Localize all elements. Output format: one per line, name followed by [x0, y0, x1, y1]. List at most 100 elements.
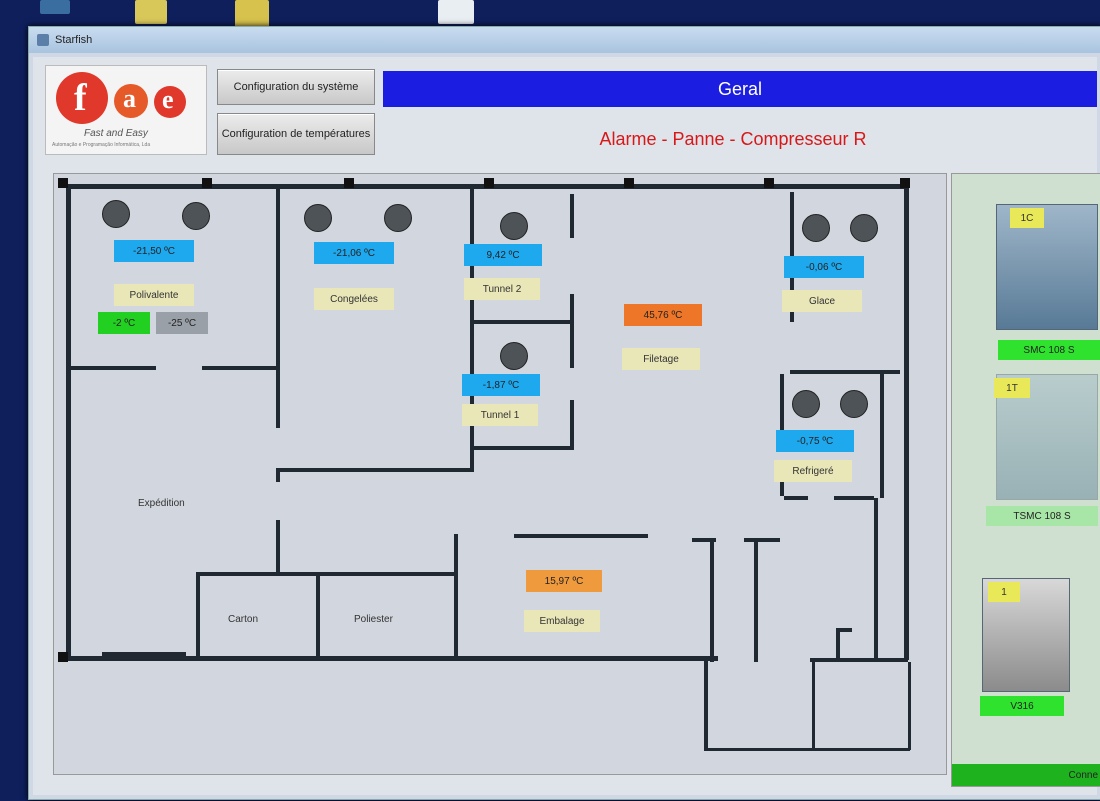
compressor-1-status[interactable]: SMC 108 S	[998, 340, 1100, 360]
logo-tagline: Fast and Easy	[84, 128, 148, 139]
polivalente-temp[interactable]: -21,50 ºC	[114, 240, 194, 262]
glace-temp[interactable]: -0,06 ºC	[784, 256, 864, 278]
filetage-label: Filetage	[622, 348, 700, 370]
tunnel1-temp[interactable]: -1,87 ºC	[462, 374, 540, 396]
desktop-icon[interactable]	[438, 0, 474, 24]
view-banner: Geral	[383, 71, 1097, 107]
wall-joint	[58, 178, 68, 188]
wall	[704, 660, 708, 750]
wall	[754, 538, 758, 662]
compressor-2-badge: 1T	[994, 378, 1030, 398]
carton-label: Carton	[228, 614, 259, 625]
wall	[836, 628, 840, 658]
evaporator-fan-icon	[384, 204, 412, 232]
wall-joint	[900, 178, 910, 188]
floor-plan: -21,50 ºC Polivalente -2 ºC -25 ºC -21,0…	[53, 173, 947, 775]
embalage-label: Embalage	[524, 610, 600, 632]
wall	[196, 572, 200, 656]
wall	[810, 658, 908, 662]
wall	[470, 188, 474, 472]
wall	[474, 320, 570, 324]
glace-label: Glace	[782, 290, 862, 312]
refrigere-label: Refrigeré	[774, 460, 852, 482]
tunnel2-temp[interactable]: 9,42 ºC	[464, 244, 542, 266]
polivalente-setpoint-1[interactable]: -2 ºC	[98, 312, 150, 334]
expedition-label: Expédition	[138, 498, 185, 509]
evaporator-fan-icon	[792, 390, 820, 418]
logo-a-letter: a	[123, 84, 136, 113]
wall-joint	[624, 178, 634, 188]
polivalente-label: Polivalente	[114, 284, 194, 306]
wall	[570, 294, 574, 368]
logo-f-letter: f	[74, 77, 87, 119]
filetage-temp[interactable]: 45,76 ºC	[624, 304, 702, 326]
wall	[474, 446, 574, 450]
wall	[276, 472, 280, 482]
wall-joint	[202, 178, 212, 188]
wall	[710, 538, 714, 662]
wall	[834, 496, 874, 500]
fae-logo: f a e Fast and Easy Automação e Programa…	[45, 65, 207, 155]
evaporator-fan-icon	[850, 214, 878, 242]
embalage-temp[interactable]: 15,97 ºC	[526, 570, 602, 592]
wall	[202, 366, 276, 370]
wall	[102, 652, 186, 656]
tunnel2-label: Tunnel 2	[464, 278, 540, 300]
compressor-3-status[interactable]: V316	[980, 696, 1064, 716]
logo-e-letter: e	[162, 85, 174, 114]
title-bar[interactable]: Starfish	[29, 27, 1100, 53]
logo-subtagline: Automação e Programação Informática, Lda	[52, 142, 151, 148]
wall	[276, 468, 472, 472]
wall	[874, 498, 878, 658]
tunnel1-label: Tunnel 1	[462, 404, 538, 426]
wall	[196, 572, 456, 576]
compressor-1-badge: 1C	[1010, 208, 1044, 228]
wall	[316, 576, 320, 656]
config-temperatures-button[interactable]: Configuration de températures	[217, 113, 375, 155]
config-system-button[interactable]: Configuration du système	[217, 69, 375, 105]
wall	[276, 188, 280, 428]
wall	[66, 184, 71, 660]
wall-joint	[764, 178, 774, 188]
evaporator-fan-icon	[182, 202, 210, 230]
wall	[276, 520, 280, 572]
compressor-panel: 1C SMC 108 S 1T TSMC 108 S 1 V316 Conne	[951, 173, 1100, 787]
evaporator-fan-icon	[500, 342, 528, 370]
evaporator-fan-icon	[840, 390, 868, 418]
wall	[904, 184, 909, 660]
compressor-2-status[interactable]: TSMC 108 S	[986, 506, 1098, 526]
wall	[812, 662, 815, 750]
polivalente-setpoint-2[interactable]: -25 ºC	[156, 312, 208, 334]
congelees-temp[interactable]: -21,06 ºC	[314, 242, 394, 264]
window-title: Starfish	[55, 34, 93, 46]
wall	[908, 662, 911, 750]
wall	[66, 656, 718, 661]
wall	[454, 534, 458, 656]
wall	[66, 366, 156, 370]
evaporator-fan-icon	[102, 200, 130, 228]
evaporator-fan-icon	[304, 204, 332, 232]
client-area: f a e Fast and Easy Automação e Programa…	[33, 57, 1100, 795]
wall	[570, 194, 574, 238]
evaporator-fan-icon	[500, 212, 528, 240]
congelees-label: Congelées	[314, 288, 394, 310]
alarm-message: Alarme - Panne - Compresseur R	[599, 129, 867, 149]
desktop-icon[interactable]	[135, 0, 167, 24]
wall	[704, 748, 910, 751]
poliester-label: Poliester	[354, 614, 393, 625]
app-icon	[37, 34, 49, 46]
wall	[880, 374, 884, 498]
desktop-icon[interactable]	[40, 0, 70, 14]
evaporator-fan-icon	[802, 214, 830, 242]
wall-joint	[58, 652, 68, 662]
compressor-3-badge: 1	[988, 582, 1020, 602]
wall	[784, 496, 808, 500]
wall	[744, 538, 780, 542]
wall-joint	[484, 178, 494, 188]
wall	[514, 534, 648, 538]
connect-button[interactable]: Conne	[952, 764, 1100, 786]
wall	[570, 400, 574, 450]
wall-joint	[344, 178, 354, 188]
app-window: Starfish f a e Fast and Easy Automação e…	[28, 26, 1100, 800]
refrigere-temp[interactable]: -0,75 ºC	[776, 430, 854, 452]
